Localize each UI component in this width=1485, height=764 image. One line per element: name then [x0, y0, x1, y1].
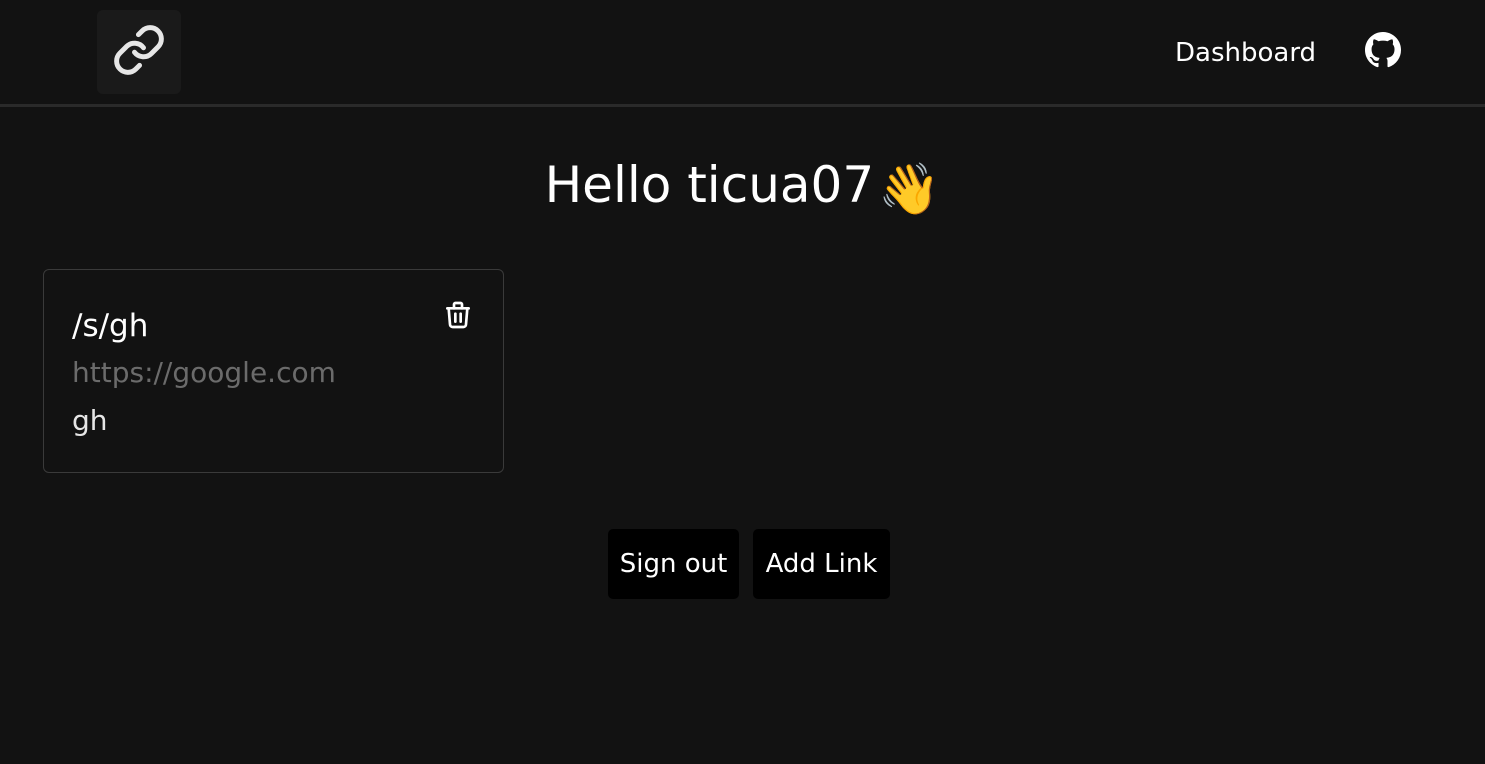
link-card: /s/gh https://google.com gh	[43, 269, 504, 473]
sign-out-button[interactable]: Sign out	[608, 529, 739, 599]
add-link-button[interactable]: Add Link	[753, 529, 890, 599]
link-icon	[112, 23, 166, 81]
delete-link-button[interactable]	[441, 298, 475, 334]
github-icon	[1365, 32, 1401, 72]
greeting-text: Hello ticua07	[544, 156, 875, 214]
nav-dashboard-link[interactable]: Dashboard	[1175, 36, 1316, 70]
home-logo-button[interactable]	[97, 10, 181, 94]
greeting-heading: Hello ticua07👋	[0, 150, 1485, 224]
trash-icon	[442, 298, 474, 335]
waving-hand-emoji: 👋	[878, 160, 941, 218]
top-navbar: Dashboard	[0, 0, 1485, 107]
link-slug[interactable]: /s/gh	[72, 306, 148, 346]
link-description: gh	[72, 404, 108, 437]
github-link[interactable]	[1364, 32, 1402, 72]
link-target-url: https://google.com	[72, 356, 336, 389]
